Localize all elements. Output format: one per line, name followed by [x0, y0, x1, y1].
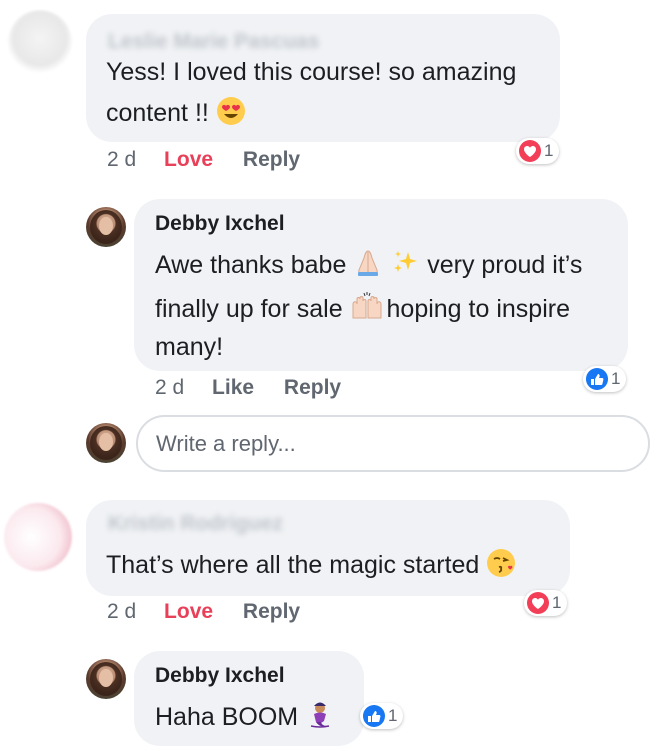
comment-author[interactable]: Kristin Rodriguez [108, 512, 283, 536]
like-action-button[interactable]: Like [212, 376, 254, 399]
comment-text-line: many! [155, 333, 224, 361]
folded-hands-emoji-icon [353, 248, 383, 278]
reaction-badge[interactable]: 1 [360, 703, 404, 729]
comment-text-fragment: hoping to inspire [386, 295, 570, 323]
kissing-heart-emoji-icon [486, 548, 516, 578]
reply-input-placeholder: Write a reply... [156, 431, 296, 456]
commenter-avatar[interactable] [4, 503, 72, 571]
reply-button[interactable]: Reply [243, 600, 300, 623]
reply-input[interactable]: Write a reply... [136, 415, 650, 472]
comment-author[interactable]: Debby Ixchel [155, 664, 285, 688]
reaction-badge[interactable]: 1 [516, 138, 560, 164]
current-user-avatar[interactable] [86, 423, 126, 463]
comment-text-fragment: finally up for sale [155, 295, 343, 323]
reaction-count: 1 [388, 706, 398, 725]
love-reaction-icon [527, 592, 549, 614]
love-action-button[interactable]: Love [164, 600, 213, 623]
reaction-count: 1 [552, 593, 562, 612]
comment-author[interactable]: Leslie Marie Pascuas [108, 30, 319, 54]
comment-text-line: Haha BOOM [155, 700, 335, 734]
reply-button[interactable]: Reply [284, 376, 341, 399]
love-action-button[interactable]: Love [164, 148, 213, 171]
comment-meta: 2 d Like Reply [155, 376, 341, 400]
commenter-avatar[interactable] [8, 10, 72, 74]
comment-text-fragment: content !! [106, 99, 209, 127]
comment-text-line: finally up for sale hoping to inspire [155, 292, 570, 326]
reaction-badge[interactable]: 1 [583, 366, 627, 392]
genie-emoji-icon [305, 700, 335, 730]
comment-meta: 2 d Love Reply [107, 148, 300, 172]
comment-text-fragment: very proud it’s [427, 251, 583, 279]
reply-button[interactable]: Reply [243, 148, 300, 171]
like-reaction-icon [363, 705, 385, 727]
comment-text-fragment: Awe thanks babe [155, 251, 347, 279]
raising-hands-emoji-icon [350, 292, 382, 322]
comment-text-line: Yess! I loved this course! so amazing [106, 58, 517, 86]
comment-time[interactable]: 2 d [107, 600, 136, 623]
comment-text-line: content !! [106, 96, 246, 130]
comment-text-line: Awe thanks babe very proud it’s [155, 248, 582, 282]
comment-time[interactable]: 2 d [107, 148, 136, 171]
commenter-avatar[interactable] [86, 207, 126, 247]
comment-text-fragment: That’s where all the magic started [106, 551, 480, 579]
love-reaction-icon [519, 140, 541, 162]
comment-text-line: That’s where all the magic started [106, 548, 516, 582]
comment-time[interactable]: 2 d [155, 376, 184, 399]
commenter-avatar[interactable] [86, 659, 126, 699]
comment-text-fragment: Haha BOOM [155, 703, 299, 731]
reaction-count: 1 [544, 141, 554, 160]
reaction-count: 1 [611, 369, 621, 388]
like-reaction-icon [586, 368, 608, 390]
comment-author[interactable]: Debby Ixchel [155, 212, 285, 236]
heart-eyes-emoji-icon [216, 96, 246, 126]
comment-meta: 2 d Love Reply [107, 600, 300, 624]
sparkles-emoji-icon [390, 248, 420, 278]
reaction-badge[interactable]: 1 [524, 590, 568, 616]
